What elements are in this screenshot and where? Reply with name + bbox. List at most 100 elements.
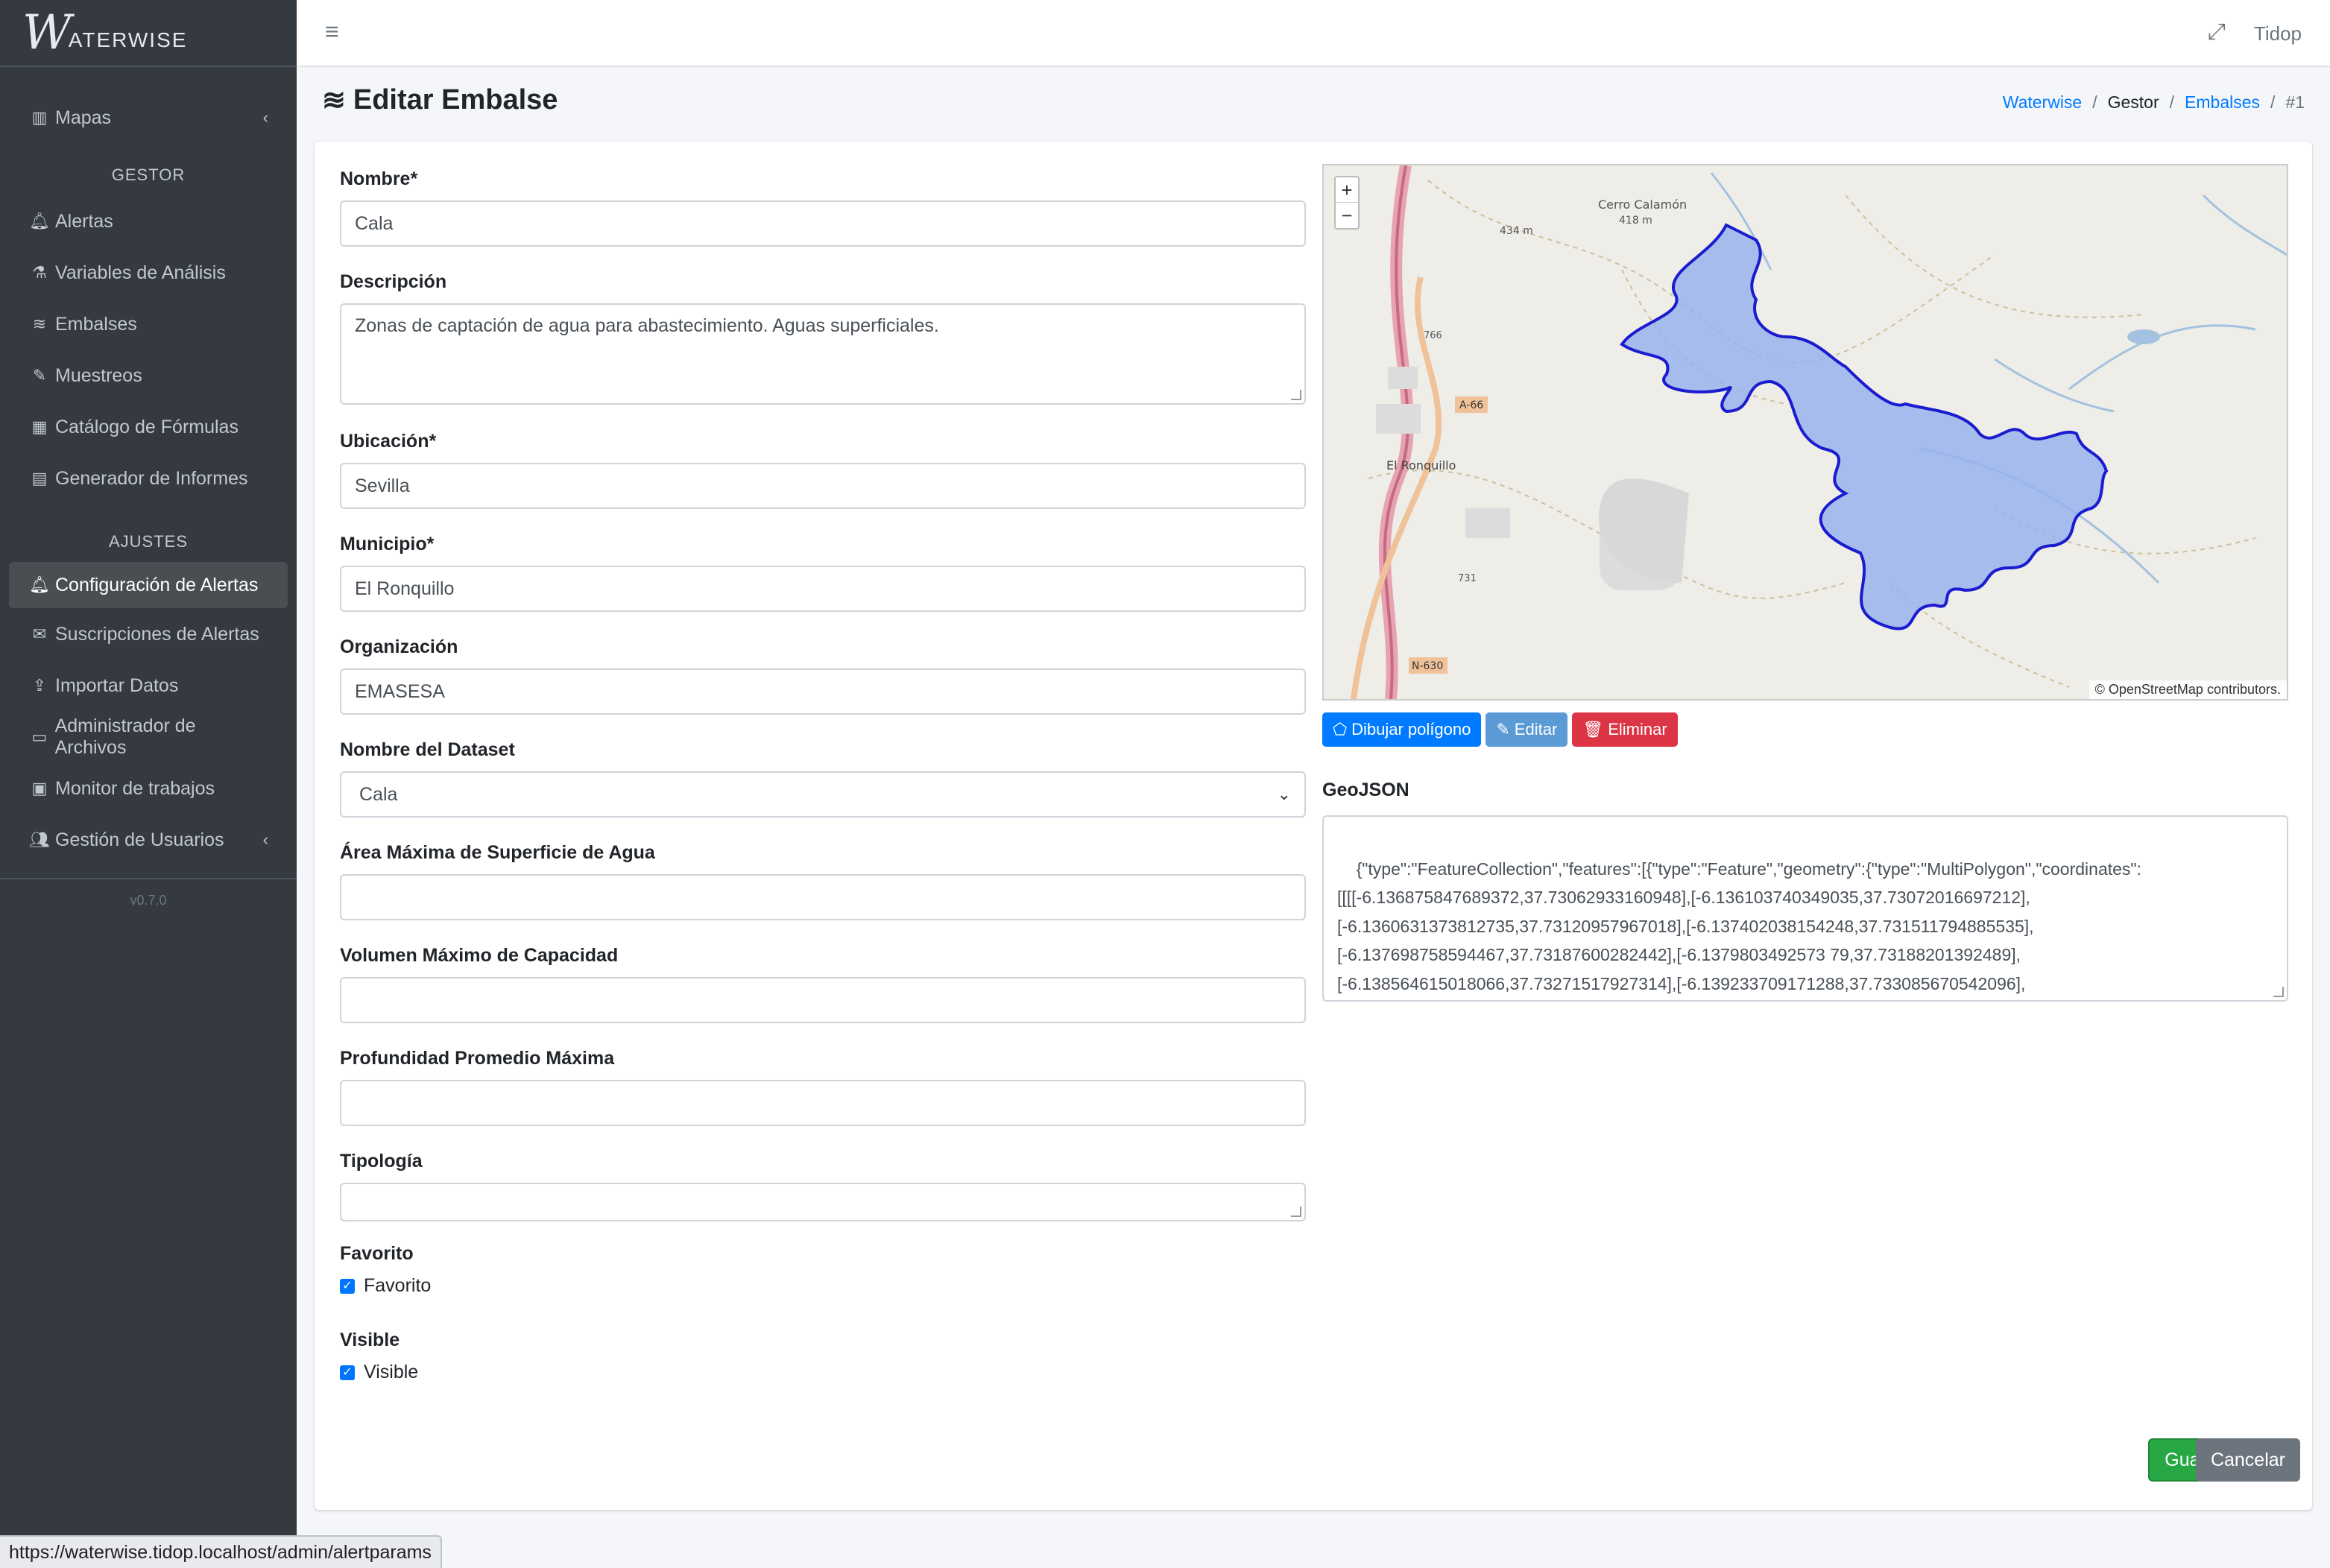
sidebar-item-informes[interactable]: ▤ Generador de Informes [0, 453, 297, 504]
sidebar-item-muestreos[interactable]: ✎ Muestreos [0, 350, 297, 401]
sidebar-item-formulas[interactable]: ▦ Catálogo de Fórmulas [0, 401, 297, 453]
ubicacion-input[interactable]: Sevilla [340, 463, 1306, 509]
tipologia-textarea[interactable] [340, 1183, 1306, 1221]
calculator-icon: ▦ [31, 417, 48, 436]
profundidad-label: Profundidad Promedio Máxima [340, 1048, 615, 1069]
sidebar-item-mapas[interactable]: ▥ Mapas ‹ [0, 100, 297, 136]
map-label-cerro: Cerro Calamón [1598, 197, 1687, 212]
fullscreen-icon[interactable]: ⤢ [2208, 19, 2226, 45]
sidebar-item-importar[interactable]: ⇪ Importar Datos [0, 660, 297, 711]
sidebar-item-usuarios[interactable]: 👥︎ Gestión de Usuarios ‹ [0, 814, 297, 866]
breadcrumb-separator: / [2270, 92, 2276, 112]
delete-polygon-label: Eliminar [1608, 720, 1667, 739]
favorito-checkbox[interactable]: ✓ [340, 1278, 355, 1294]
sidebar-section-header: GESTOR [111, 165, 186, 184]
flask-icon: ⚗ [32, 263, 47, 282]
favorito-label: Favorito [340, 1243, 414, 1264]
draw-polygon-icon: ⬠ [1333, 720, 1348, 739]
waterwise-logo[interactable]: W ATERWISE [22, 9, 187, 57]
map-label-road-766: 766 [1424, 330, 1442, 341]
brand[interactable]: W ATERWISE [0, 0, 297, 67]
water-icon: ≋ [32, 314, 47, 333]
area-input[interactable] [340, 874, 1306, 920]
volumen-group: Volumen Máximo de Capacidad [340, 945, 1306, 1023]
user-menu[interactable]: Tidop [2254, 22, 2302, 45]
volumen-input[interactable] [340, 977, 1306, 1023]
resize-handle-icon[interactable] [1291, 1207, 1301, 1217]
nombre-group: Nombre* Cala [340, 168, 1306, 247]
nombre-label: Nombre* [340, 168, 418, 189]
sidebar-item-label: Monitor de trabajos [55, 777, 215, 799]
organizacion-input[interactable]: EMASESA [340, 668, 1306, 715]
status-bar-url: https://waterwise.tidop.localhost/admin/… [0, 1535, 442, 1568]
map-label-road-731: 731 [1458, 573, 1477, 584]
envelope-icon: ✉ [32, 625, 47, 643]
breadcrumb: Waterwise / Gestor / Embalses / #1 [2003, 92, 2305, 113]
chevron-left-icon: ‹ [262, 108, 268, 127]
sidebar-item-label: Variables de Análisis [55, 262, 226, 283]
zoom-out-button[interactable]: − [1336, 203, 1358, 228]
edit-polygon-button[interactable]: ✎ Editar [1486, 712, 1568, 747]
organizacion-label: Organización [340, 636, 458, 657]
sidebar-item-label: Administrador de Archivos [54, 715, 196, 758]
upload-icon: ⇪ [32, 676, 47, 695]
geojson-content: {"type":"FeatureCollection","features":[… [1337, 859, 2141, 993]
reservoir-map[interactable]: Cerro Calamón 418 m 434 m El Ronquillo A… [1322, 164, 2288, 701]
municipio-group: Municipio* El Ronquillo [340, 534, 1306, 612]
breadcrumb-waterwise[interactable]: Waterwise [2003, 92, 2083, 113]
visible-checkbox[interactable]: ✓ [340, 1365, 355, 1380]
municipio-label: Municipio* [340, 534, 435, 554]
resize-handle-icon[interactable] [2273, 987, 2284, 997]
openstreetmap-link[interactable]: © OpenStreetMap [2095, 682, 2203, 697]
draw-polygon-label: Dibujar polígono [1351, 720, 1471, 739]
visible-check-label[interactable]: Visible [364, 1362, 418, 1383]
map-canvas[interactable]: Cerro Calamón 418 m 434 m El Ronquillo A… [1324, 165, 2287, 699]
sidebar-item-suscripciones[interactable]: ✉ Suscripciones de Alertas [0, 608, 297, 660]
sidebar-item-variables[interactable]: ⚗ Variables de Análisis [0, 247, 297, 298]
sidebar-item-label: Generador de Informes [55, 467, 248, 489]
sidebar-item-config-alertas[interactable]: 🔔︎ Configuración de Alertas [9, 562, 288, 608]
zoom-in-button[interactable]: + [1336, 177, 1358, 203]
resize-handle-icon[interactable] [1291, 390, 1301, 400]
draw-polygon-button[interactable]: ⬠ Dibujar polígono [1322, 712, 1482, 747]
breadcrumb-embalses[interactable]: Embalses [2185, 92, 2260, 113]
map-label-road-n630: N-630 [1412, 660, 1443, 672]
descripcion-textarea[interactable]: Zonas de captación de agua para abasteci… [340, 303, 1306, 405]
hamburger-menu-icon[interactable]: ≡ [325, 18, 339, 45]
sidebar-item-alertas[interactable]: 🔔︎ Alertas [0, 195, 297, 247]
delete-polygon-button[interactable]: 🗑︎ Eliminar [1572, 712, 1678, 747]
favorito-checkbox-row[interactable]: ✓ Favorito [340, 1275, 1306, 1297]
bell-icon: 🔔︎ [29, 575, 50, 594]
logo-text: ATERWISE [68, 28, 188, 51]
folder-icon: ▭ [31, 727, 48, 746]
sidebar-item-label: Importar Datos [55, 674, 179, 696]
geojson-textarea[interactable]: {"type":"FeatureCollection","features":[… [1322, 815, 2288, 1002]
descripcion-group: Descripción Zonas de captación de agua p… [340, 271, 1306, 405]
municipio-input[interactable]: El Ronquillo [340, 566, 1306, 612]
version-label: v0.7.0 [130, 893, 167, 908]
map-label-town: El Ronquillo [1386, 458, 1456, 472]
eyedropper-icon: ✎ [32, 366, 47, 385]
cancel-button[interactable]: Cancelar [2195, 1438, 2300, 1482]
sidebar-item-monitor[interactable]: ▣ Monitor de trabajos [0, 763, 297, 814]
nombre-input[interactable]: Cala [340, 200, 1306, 247]
sidebar-item-archivos[interactable]: ▭ Administrador de Archivos [0, 711, 297, 763]
sidebar-item-label: Catálogo de Fórmulas [55, 416, 239, 437]
attribution-text: contributors. [2203, 682, 2281, 697]
breadcrumb-separator: / [2092, 92, 2097, 112]
dataset-label: Nombre del Dataset [340, 739, 515, 760]
favorito-check-label[interactable]: Favorito [364, 1275, 431, 1297]
sidebar-item-embalses[interactable]: ≋ Embalses [0, 298, 297, 350]
map-label-peak: 434 m [1500, 225, 1533, 237]
sidebar-item-label: Muestreos [55, 364, 142, 386]
visible-checkbox-row[interactable]: ✓ Visible [340, 1362, 1306, 1383]
sidebar-item-label: Mapas [55, 107, 112, 128]
edit-polygon-label: Editar [1514, 720, 1558, 739]
users-icon: 👥︎ [29, 830, 50, 849]
dataset-select[interactable]: Cala ⌄ [340, 771, 1306, 818]
trash-icon: 🗑︎ [1582, 720, 1604, 739]
tipologia-group: Tipología [340, 1151, 1306, 1221]
page-header: ≋ Editar Embalse Waterwise / Gestor / Em… [322, 83, 2305, 125]
profundidad-input[interactable] [340, 1080, 1306, 1126]
breadcrumb-gestor: Gestor [2107, 92, 2159, 112]
